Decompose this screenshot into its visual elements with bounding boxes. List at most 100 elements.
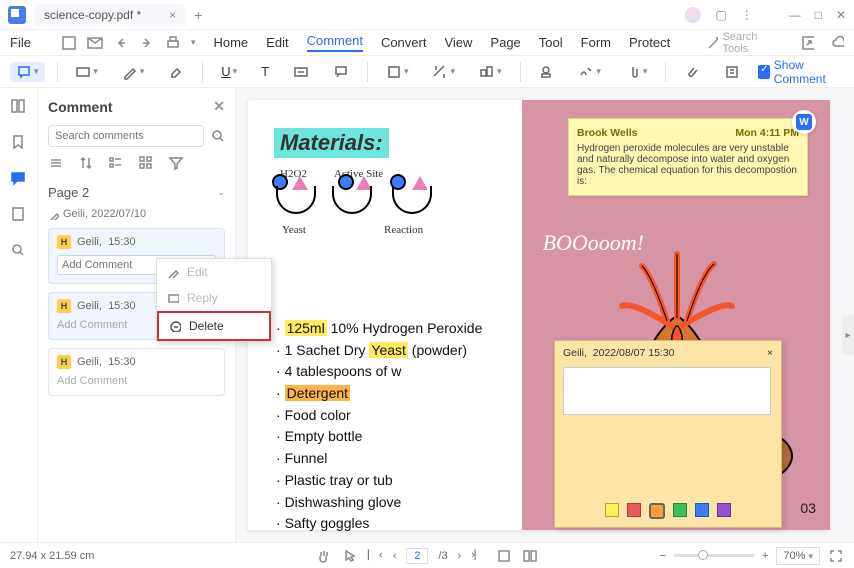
add-comment-placeholder[interactable]: Add Comment bbox=[49, 375, 224, 395]
save-icon[interactable] bbox=[61, 35, 77, 51]
app-icon bbox=[8, 6, 26, 24]
kebab-icon[interactable]: ⋮ bbox=[741, 8, 753, 22]
tool-menu[interactable]: Tool bbox=[539, 35, 563, 50]
home-menu[interactable]: Home bbox=[213, 35, 248, 50]
protect-menu[interactable]: Protect bbox=[629, 35, 670, 50]
prev-page-icon[interactable]: ‹ bbox=[393, 550, 397, 562]
color-swatch[interactable] bbox=[673, 503, 687, 517]
clip-tool[interactable] bbox=[678, 62, 706, 82]
undo-icon[interactable] bbox=[113, 35, 129, 51]
close-button[interactable]: ✕ bbox=[836, 8, 846, 22]
measure-tool[interactable]: ▾ bbox=[426, 62, 461, 82]
page-number: 03 bbox=[800, 500, 816, 516]
mail-icon[interactable] bbox=[87, 35, 103, 51]
edit-menu[interactable]: Edit bbox=[266, 35, 288, 50]
collapse-handle[interactable]: ▸ bbox=[842, 315, 854, 355]
page-section-header[interactable]: Page 2 ⌄ bbox=[48, 185, 225, 200]
typewriter-tool[interactable] bbox=[287, 62, 315, 82]
popup-author: Geili, bbox=[563, 347, 587, 359]
orb-icon[interactable] bbox=[685, 7, 701, 23]
fullscreen-icon[interactable] bbox=[828, 548, 844, 564]
select-tool-icon[interactable] bbox=[342, 548, 358, 564]
comment-menu[interactable]: Comment bbox=[307, 33, 363, 52]
file-menu[interactable]: File bbox=[10, 35, 31, 50]
zoom-value[interactable]: 70% ▾ bbox=[776, 547, 820, 565]
color-picker bbox=[555, 503, 781, 519]
zoom-slider[interactable] bbox=[674, 554, 754, 557]
comment-popup[interactable]: Geili, 2022/08/07 15:30 × bbox=[554, 340, 782, 528]
layout-icon[interactable] bbox=[522, 548, 538, 564]
last-page-icon[interactable]: ›⎸ bbox=[471, 549, 486, 562]
zoom-out-icon[interactable]: − bbox=[660, 550, 666, 562]
filter-icon[interactable] bbox=[168, 155, 184, 171]
more-tool[interactable] bbox=[718, 62, 746, 82]
signature-tool[interactable]: ▾ bbox=[572, 62, 607, 82]
show-comment-toggle[interactable]: Show Comment bbox=[758, 58, 844, 86]
textbox-tool[interactable]: ▾ bbox=[69, 62, 104, 82]
callout-tool[interactable] bbox=[327, 62, 355, 82]
page-label: Page 2 bbox=[48, 185, 89, 200]
search-icon[interactable] bbox=[210, 128, 225, 144]
text-tool[interactable]: T bbox=[255, 62, 275, 81]
new-tab-button[interactable]: + bbox=[194, 7, 202, 23]
cloud-icon[interactable] bbox=[832, 35, 844, 51]
close-tab-icon[interactable]: × bbox=[169, 8, 176, 22]
color-swatch[interactable] bbox=[649, 503, 665, 519]
next-page-icon[interactable]: › bbox=[458, 550, 462, 562]
area-tool[interactable]: ▾ bbox=[473, 62, 508, 82]
expand-icon[interactable] bbox=[48, 155, 64, 171]
underline-tool[interactable]: U▾ bbox=[215, 62, 243, 81]
fit-icon[interactable] bbox=[496, 548, 512, 564]
popup-textarea[interactable] bbox=[563, 367, 771, 415]
color-swatch[interactable] bbox=[627, 503, 641, 517]
stamp-tool[interactable] bbox=[532, 62, 560, 82]
sort-icon[interactable] bbox=[78, 155, 94, 171]
materials-heading: Materials: bbox=[274, 128, 389, 158]
color-swatch[interactable] bbox=[717, 503, 731, 517]
color-swatch[interactable] bbox=[695, 503, 709, 517]
form-menu[interactable]: Form bbox=[581, 35, 611, 50]
word-badge[interactable]: W bbox=[792, 110, 816, 134]
redo-icon[interactable] bbox=[139, 35, 155, 51]
print-dropdown-icon[interactable]: ▾ bbox=[191, 37, 196, 48]
view-menu[interactable]: View bbox=[444, 35, 472, 50]
tray-icon[interactable]: ▢ bbox=[715, 8, 726, 22]
print-icon[interactable] bbox=[165, 35, 181, 51]
hand-tool-icon[interactable] bbox=[316, 548, 332, 564]
show-comment-label: Show Comment bbox=[774, 58, 844, 86]
sticky-note[interactable]: Brook WellsMon 4:11 PM Hydrogen peroxide… bbox=[568, 118, 808, 196]
bookmark-icon[interactable] bbox=[10, 134, 28, 152]
pencil-tool[interactable]: ▾ bbox=[116, 62, 151, 82]
first-page-icon[interactable]: ⎸‹ bbox=[368, 549, 383, 562]
attachments-icon[interactable] bbox=[10, 206, 28, 224]
zoom-in-icon[interactable]: + bbox=[762, 550, 768, 562]
share-icon[interactable] bbox=[801, 35, 813, 51]
close-panel-icon[interactable]: ✕ bbox=[213, 98, 225, 115]
popup-close-icon[interactable]: × bbox=[767, 347, 773, 359]
ctx-delete[interactable]: Delete bbox=[157, 311, 271, 341]
page-total: /3 bbox=[438, 550, 447, 562]
comment-card[interactable]: HGeili,15:30 Add Comment bbox=[48, 348, 225, 396]
shape-tool[interactable]: ▾ bbox=[380, 62, 415, 82]
find-icon[interactable] bbox=[10, 242, 28, 260]
file-tab[interactable]: science-copy.pdf * × bbox=[34, 4, 186, 26]
attach-tool[interactable]: ▾ bbox=[619, 62, 654, 82]
note-tool[interactable]: ▾ bbox=[10, 62, 45, 82]
color-swatch[interactable] bbox=[605, 503, 619, 517]
page-menu[interactable]: Page bbox=[490, 35, 520, 50]
ctx-reply: Reply bbox=[157, 285, 271, 311]
page-input[interactable] bbox=[406, 548, 428, 564]
convert-menu[interactable]: Convert bbox=[381, 35, 427, 50]
comment-search-input[interactable] bbox=[48, 125, 204, 147]
eraser-tool[interactable] bbox=[162, 62, 190, 82]
search-tools[interactable]: Search Tools bbox=[706, 31, 771, 55]
highlight-chip: H bbox=[57, 299, 71, 313]
checklist-icon[interactable] bbox=[108, 155, 124, 171]
grid-icon[interactable] bbox=[138, 155, 154, 171]
search-tools-label: Search Tools bbox=[722, 31, 771, 55]
comment-panel-icon[interactable] bbox=[10, 170, 28, 188]
minimize-button[interactable]: — bbox=[789, 8, 801, 22]
document-viewport[interactable]: Materials: H2O2 Active Site Yeast Reacti bbox=[236, 88, 854, 542]
maximize-button[interactable]: □ bbox=[815, 8, 822, 22]
thumbnails-icon[interactable] bbox=[10, 98, 28, 116]
